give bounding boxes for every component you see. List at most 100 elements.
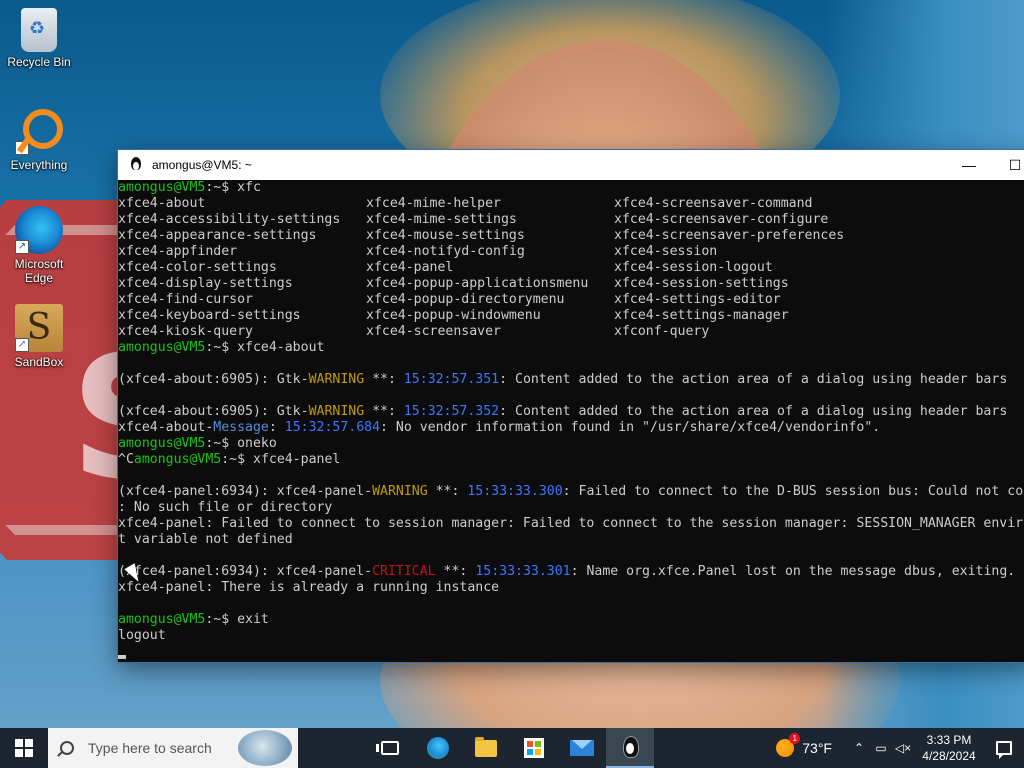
- terminal-line: xfce4-about-Message: 15:32:57.684: No ve…: [118, 420, 881, 435]
- terminal-line: : No such file or directory: [118, 500, 333, 515]
- tux-penguin-icon: [621, 736, 639, 758]
- clock-date: 4/28/2024: [922, 749, 976, 763]
- completion-item: xfce4-find-cursor: [118, 292, 253, 307]
- terminal-line: xfce4-panel: There is already a running …: [118, 580, 500, 595]
- shortcut-arrow-icon: ↗: [15, 240, 29, 254]
- search-icon: [60, 741, 74, 755]
- folder-icon: [475, 736, 497, 757]
- desktop-icon-label: Everything: [10, 158, 68, 172]
- desktop-icon-label: SandBox: [14, 355, 64, 369]
- volume-muted-icon[interactable]: ◁×: [892, 728, 914, 768]
- edge-icon: [427, 737, 449, 759]
- terminal-line: amongus@VM5:~$ oneko: [118, 436, 277, 451]
- completion-list: xfce4-about xfce4-mime-helper xfce4-screen…: [118, 196, 1024, 340]
- completion-row: xfce4-accessibility-settings xfce4-mime-s…: [118, 212, 1024, 228]
- windows-logo-icon: [15, 739, 33, 757]
- weather-widget[interactable]: 1 73°F: [768, 733, 840, 757]
- completion-item: xfce4-about: [118, 196, 206, 211]
- terminal-line: (xfce4-about:6905): Gtk-WARNING **: 15:3…: [118, 372, 1008, 387]
- completion-item: xfce4-display-settings: [118, 276, 293, 291]
- completion-row: xfce4-keyboard-settings xfce4-popup-windo…: [118, 308, 1024, 324]
- terminal-output[interactable]: amongus@VM5:~$ xfc xfce4-about xfce4-mime…: [118, 180, 1024, 662]
- taskbar-mail-button[interactable]: [558, 728, 606, 768]
- network-icon[interactable]: ▭: [870, 728, 892, 768]
- completion-item: xfce4-screensaver-preferences: [614, 228, 845, 243]
- completion-item: xfce4-appfinder: [118, 244, 238, 259]
- shortcut-arrow-icon: ↗: [15, 338, 29, 352]
- completion-item: xfce4-screensaver-configure: [614, 212, 829, 227]
- completion-row: xfce4-kiosk-query xfce4-screensaver xfconf…: [118, 324, 1024, 340]
- completion-item: xfce4-keyboard-settings: [118, 308, 301, 323]
- completion-item: xfce4-mouse-settings: [366, 228, 525, 243]
- completion-item: xfce4-settings-editor: [614, 292, 781, 307]
- desktop-icon-label: Recycle Bin: [7, 55, 71, 69]
- terminal-cursor-line: [118, 644, 1024, 660]
- window-titlebar[interactable]: amongus@VM5: ~ — ☐: [118, 150, 1024, 180]
- terminal-window[interactable]: amongus@VM5: ~ — ☐ amongus@VM5:~$ xfc xf…: [118, 150, 1024, 662]
- desktop-icon-everything[interactable]: ↗ Everything: [1, 107, 77, 172]
- taskbar-store-button[interactable]: [510, 728, 558, 768]
- completion-item: xfce4-settings-manager: [614, 308, 789, 323]
- completion-item: xfce4-popup-directorymenu: [366, 292, 565, 307]
- completion-item: xfce4-panel: [366, 260, 454, 275]
- taskbar-clock[interactable]: 3:33 PM 4/28/2024: [914, 732, 984, 764]
- taskbar-file-explorer-button[interactable]: [462, 728, 510, 768]
- notification-center-button[interactable]: [984, 728, 1024, 768]
- text-cursor: [118, 655, 126, 659]
- desktop-icon-recycle-bin[interactable]: Recycle Bin: [1, 8, 77, 69]
- terminal-line: ^Camongus@VM5:~$ xfce4-panel: [118, 452, 341, 467]
- store-icon: [524, 738, 544, 758]
- terminal-line: amongus@VM5:~$ xfc: [118, 180, 261, 195]
- minimize-button[interactable]: —: [946, 150, 992, 180]
- completion-item: xfce4-popup-applicationsmenu: [366, 276, 589, 291]
- taskbar-search-box[interactable]: Type here to search: [48, 728, 298, 768]
- completion-item: xfce4-popup-windowmenu: [366, 308, 541, 323]
- desktop-icon-sandbox[interactable]: S ↗ SandBox: [1, 304, 77, 369]
- start-button[interactable]: [0, 728, 48, 768]
- sandbox-icon: S ↗: [15, 304, 63, 352]
- clock-time: 3:33 PM: [926, 733, 972, 747]
- task-view-button[interactable]: [366, 728, 414, 768]
- completion-item: xfce4-color-settings: [118, 260, 277, 275]
- completion-item: xfce4-mime-helper: [366, 196, 501, 211]
- notification-icon: [996, 741, 1012, 759]
- desktop-icon-microsoft-edge[interactable]: ↗ Microsoft Edge: [1, 206, 77, 285]
- mail-icon: [570, 740, 594, 756]
- weather-temperature: 73°F: [802, 740, 832, 756]
- terminal-line: xfce4-panel: Failed to connect to sessio…: [118, 516, 1024, 531]
- terminal-line: (xfce4-panel:6934): xfce4-panel-CRITICAL…: [118, 564, 1016, 579]
- taskbar-terminal-button[interactable]: [606, 728, 654, 768]
- terminal-line: t variable not defined: [118, 532, 293, 547]
- terminal-line: (xfce4-about:6905): Gtk-WARNING **: 15:3…: [118, 404, 1008, 419]
- task-view-icon: [376, 741, 399, 755]
- recycle-bin-icon: [21, 8, 57, 52]
- terminal-line: amongus@VM5:~$ exit: [118, 612, 269, 627]
- terminal-line: amongus@VM5:~$ xfce4-about: [118, 340, 325, 355]
- completion-row: xfce4-color-settings xfce4-panel xfce4-ses…: [118, 260, 1024, 276]
- search-placeholder: Type here to search: [88, 740, 212, 756]
- completion-row: xfce4-display-settings xfce4-popup-applic…: [118, 276, 1024, 292]
- completion-item: xfce4-screensaver: [366, 324, 501, 339]
- search-highlight-image-icon[interactable]: [238, 730, 292, 766]
- everything-search-icon: ↗: [15, 107, 63, 155]
- completion-item: xfce4-kiosk-query: [118, 324, 253, 339]
- weather-sun-icon: 1: [776, 733, 801, 757]
- completion-item: xfce4-session-settings: [614, 276, 789, 291]
- maximize-button[interactable]: ☐: [992, 150, 1024, 180]
- completion-item: xfce4-screensaver-command: [614, 196, 813, 211]
- tux-penguin-icon: [128, 157, 144, 173]
- system-tray: 1 73°F ⌃ ▭ ◁× 3:33 PM 4/28/2024: [768, 728, 1024, 768]
- show-hidden-icons-chevron-icon[interactable]: ⌃: [848, 728, 870, 768]
- terminal-line: (xfce4-panel:6934): xfce4-panel-WARNING …: [118, 484, 1024, 499]
- taskbar-edge-button[interactable]: [414, 728, 462, 768]
- completion-item: xfce4-mime-settings: [366, 212, 517, 227]
- desktop-icon-label: Microsoft Edge: [14, 257, 64, 285]
- completion-item: xfce4-accessibility-settings: [118, 212, 341, 227]
- weather-alert-badge: 1: [789, 733, 801, 744]
- completion-item: xfce4-appearance-settings: [118, 228, 317, 243]
- completion-item: xfce4-notifyd-config: [366, 244, 525, 259]
